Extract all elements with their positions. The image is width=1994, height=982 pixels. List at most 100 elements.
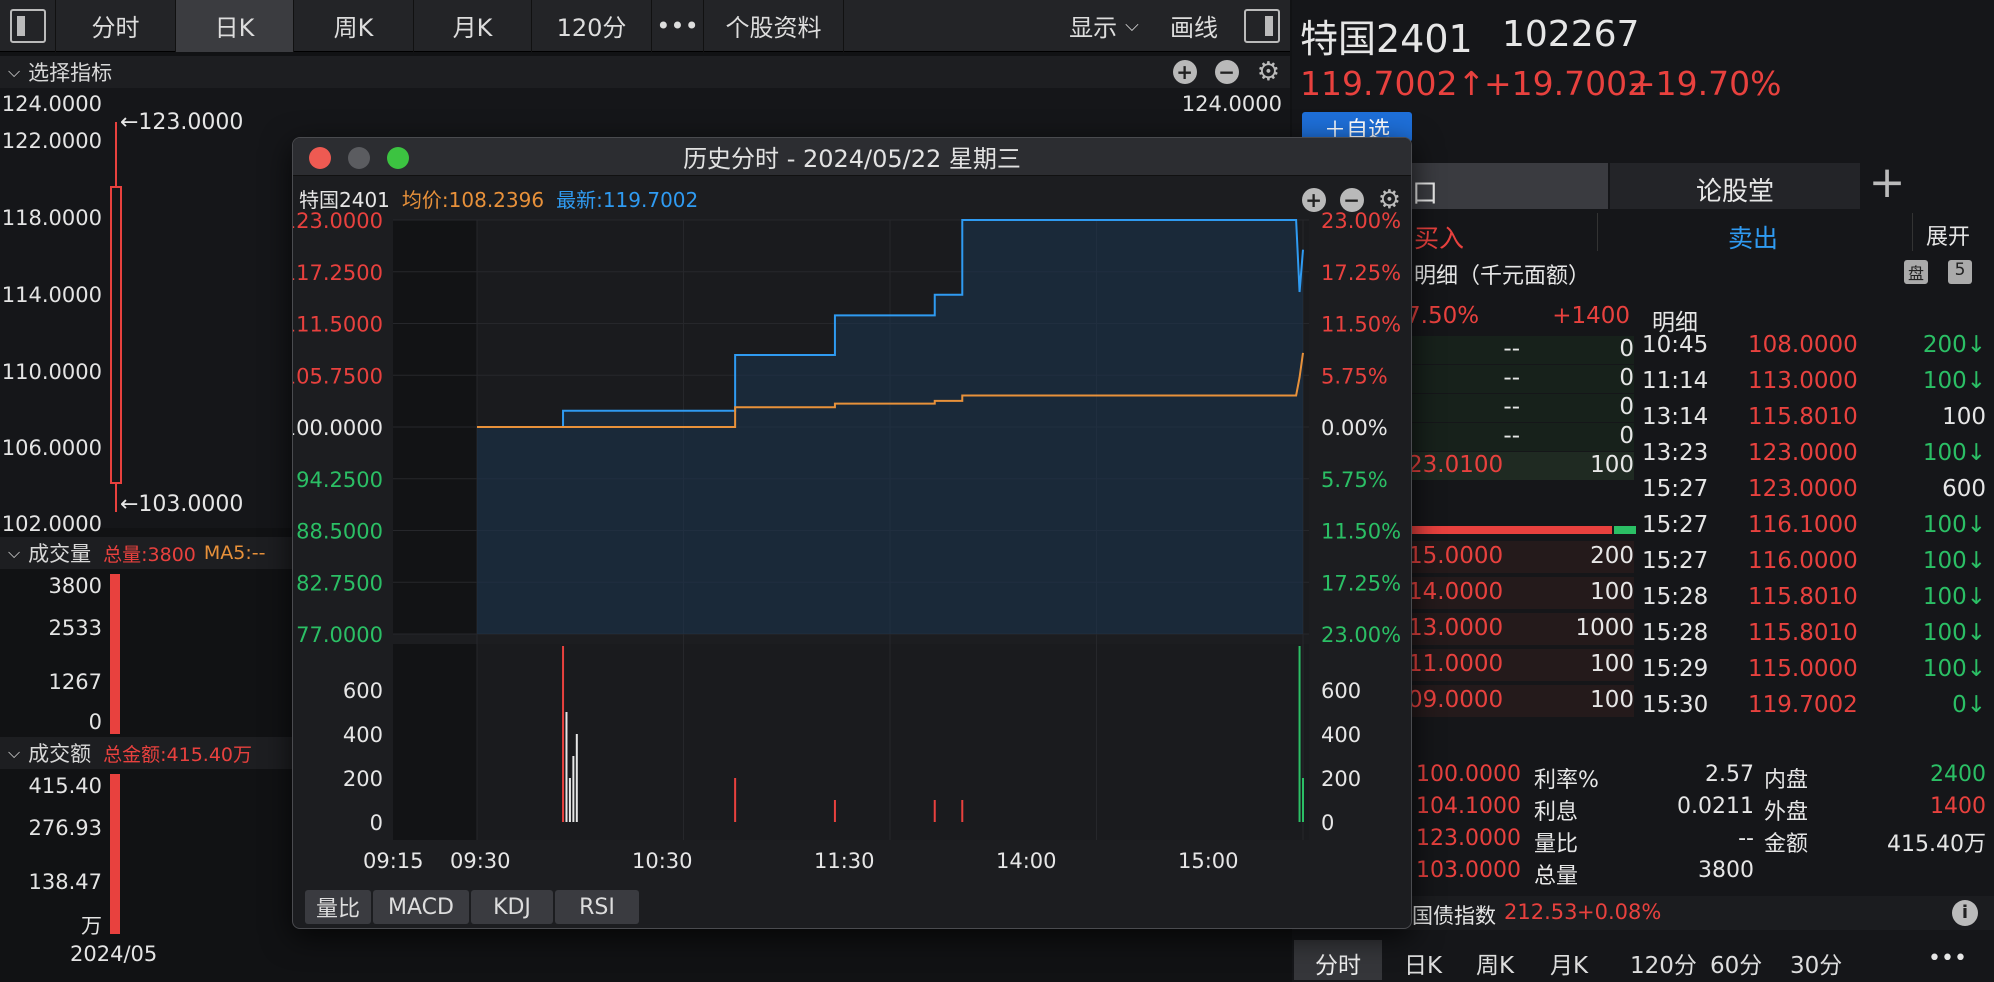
- period-tab[interactable]: 日K: [1404, 940, 1442, 980]
- trade-volume: 100↓: [1922, 620, 1986, 646]
- trade-time: 15:28: [1642, 584, 1709, 610]
- info-icon[interactable]: i: [1952, 900, 1978, 926]
- divider: [1912, 213, 1913, 251]
- stat-label: 量比: [1534, 832, 1579, 857]
- trade-detail-row: 13:14 115.8010 100: [1642, 402, 1986, 436]
- volume-plot-bg: [393, 644, 1309, 840]
- tab-macd[interactable]: MACD: [373, 890, 469, 924]
- volume-tick-label: 600: [343, 679, 383, 703]
- order-book-row[interactable]: 23.0100 100: [1408, 452, 1634, 480]
- trade-time: 15:28: [1642, 620, 1709, 646]
- tab-kdj[interactable]: KDJ: [471, 890, 553, 924]
- order-book-row[interactable]: -- 0: [1408, 394, 1634, 422]
- pre-market-bg: [393, 644, 477, 840]
- badge-icon[interactable]: 盘: [1904, 260, 1928, 284]
- history-intraday-window: 历史分时 - 2024/05/22 星期三 特国2401 均价:108.2396…: [292, 137, 1412, 929]
- add-tab-icon[interactable]: +: [1864, 158, 1910, 208]
- tab-month-k[interactable]: 月K: [414, 0, 532, 52]
- period-tab[interactable]: 60分: [1710, 940, 1762, 980]
- buy-button[interactable]: 买入: [1414, 219, 1464, 255]
- tab-fenshi[interactable]: 分时: [56, 0, 176, 52]
- trade-volume: 100↓: [1922, 440, 1986, 466]
- more-icon[interactable]: •••: [652, 0, 704, 52]
- order-book-row[interactable]: -- 0: [1408, 423, 1634, 451]
- y-tick-label: 77.0000: [296, 623, 383, 647]
- trade-detail-row: 15:30 119.7002 0↓: [1642, 690, 1986, 724]
- order-price: --: [1503, 365, 1520, 391]
- low-marker: ←103.0000: [120, 492, 244, 517]
- order-price: 23.0100: [1408, 452, 1504, 478]
- zoom-out-icon[interactable]: −: [1214, 60, 1239, 84]
- more-icon[interactable]: •••: [1928, 946, 1967, 971]
- y-tick-pct: 17.25%: [1321, 571, 1401, 595]
- order-volume: 100: [1590, 579, 1634, 605]
- stat-value: 415.40万: [1887, 832, 1986, 857]
- y-tick-pct: 23.00%: [1321, 209, 1401, 233]
- y-label: 122.0000: [1, 129, 102, 153]
- volume-bar: [1302, 778, 1304, 822]
- amount-title: 成交额: [28, 742, 92, 766]
- tab-day-k[interactable]: 日K: [176, 0, 294, 52]
- period-tab[interactable]: 120分: [1630, 940, 1697, 980]
- tab-volume-ratio[interactable]: 量比: [305, 890, 371, 924]
- panel-toggle-button[interactable]: [1234, 0, 1290, 52]
- last-price: 119.7002↑: [1300, 64, 1486, 103]
- depth-5-badge[interactable]: 5: [1948, 260, 1972, 284]
- order-price: 14.0000: [1408, 579, 1504, 605]
- order-book-row[interactable]: 14.0000 100: [1408, 577, 1634, 609]
- panel-left-icon: [9, 8, 46, 43]
- order-book-row[interactable]: -- 0: [1408, 365, 1634, 393]
- y-label: 114.0000: [1, 283, 102, 307]
- volume-bar: [568, 778, 571, 822]
- y-label: 106.0000: [1, 436, 102, 460]
- order-volume: 0: [1619, 336, 1634, 362]
- tab-forum[interactable]: 论股堂: [1610, 163, 1860, 209]
- sell-button[interactable]: 卖出: [1728, 219, 1778, 255]
- period-tab[interactable]: 30分: [1790, 940, 1842, 980]
- period-tab[interactable]: 月K: [1550, 940, 1588, 980]
- tab-week-k[interactable]: 周K: [294, 0, 414, 52]
- indicator-header[interactable]: ⌵ 选择指标 + − ⚙: [0, 56, 1290, 88]
- y-tick-label: 94.2500: [296, 468, 383, 492]
- tab-120min[interactable]: 120分: [532, 0, 652, 52]
- order-price: 11.0000: [1408, 651, 1504, 677]
- price-change-pct: +19.70%: [1628, 64, 1782, 103]
- draw-button[interactable]: 画线: [1154, 0, 1234, 52]
- stat-value: 2400: [1930, 762, 1986, 787]
- y-label: 110.0000: [1, 360, 102, 384]
- tab-rsi[interactable]: RSI: [555, 890, 639, 924]
- y-label: 118.0000: [1, 206, 102, 230]
- trade-detail-row: 15:27 116.1000 100↓: [1642, 510, 1986, 544]
- order-book-row[interactable]: 13.0000 1000: [1408, 613, 1634, 645]
- candle-body: [110, 186, 122, 484]
- order-book-pct: 7.50%: [1406, 303, 1480, 329]
- order-book-row[interactable]: 15.0000 200: [1408, 541, 1634, 573]
- indicator-tabs: 量比 MACD KDJ RSI: [305, 890, 641, 924]
- sidebar-toggle-button[interactable]: [0, 0, 56, 52]
- trade-volume: 100↓: [1922, 548, 1986, 574]
- period-tab[interactable]: 周K: [1476, 940, 1514, 980]
- volume-tick-label: 200: [343, 767, 383, 791]
- amount-y-label: 138.47: [28, 870, 102, 894]
- display-dropdown[interactable]: 显示 ⌵: [1054, 0, 1154, 52]
- period-tab[interactable]: 分时: [1294, 940, 1382, 980]
- order-book-row[interactable]: 11.0000 100: [1408, 649, 1634, 681]
- trade-time: 13:23: [1642, 440, 1709, 466]
- y-tick-pct: 11.50%: [1321, 313, 1401, 337]
- zoom-in-icon[interactable]: +: [1172, 60, 1197, 84]
- volume-bar: [833, 800, 836, 822]
- y-tick-label: 100.0000: [293, 416, 383, 440]
- trade-detail-row: 11:14 113.0000 100↓: [1642, 366, 1986, 400]
- gear-icon[interactable]: ⚙: [1257, 57, 1280, 87]
- tab-stock-info[interactable]: 个股资料: [704, 0, 844, 52]
- trade-volume: 0↓: [1952, 692, 1986, 718]
- trade-detail-row: 15:27 123.0000 600: [1642, 474, 1986, 508]
- x-tick-label: 15:00: [1178, 849, 1239, 873]
- tab-order-book[interactable]: 口: [1408, 163, 1608, 209]
- order-book-row[interactable]: -- 0: [1408, 336, 1634, 364]
- trade-time: 15:27: [1642, 476, 1709, 502]
- trade-volume: 100↓: [1922, 512, 1986, 538]
- expand-button[interactable]: 展开: [1926, 219, 1970, 251]
- order-volume: 200: [1590, 543, 1634, 569]
- order-book-row[interactable]: 09.0000 100: [1408, 685, 1634, 717]
